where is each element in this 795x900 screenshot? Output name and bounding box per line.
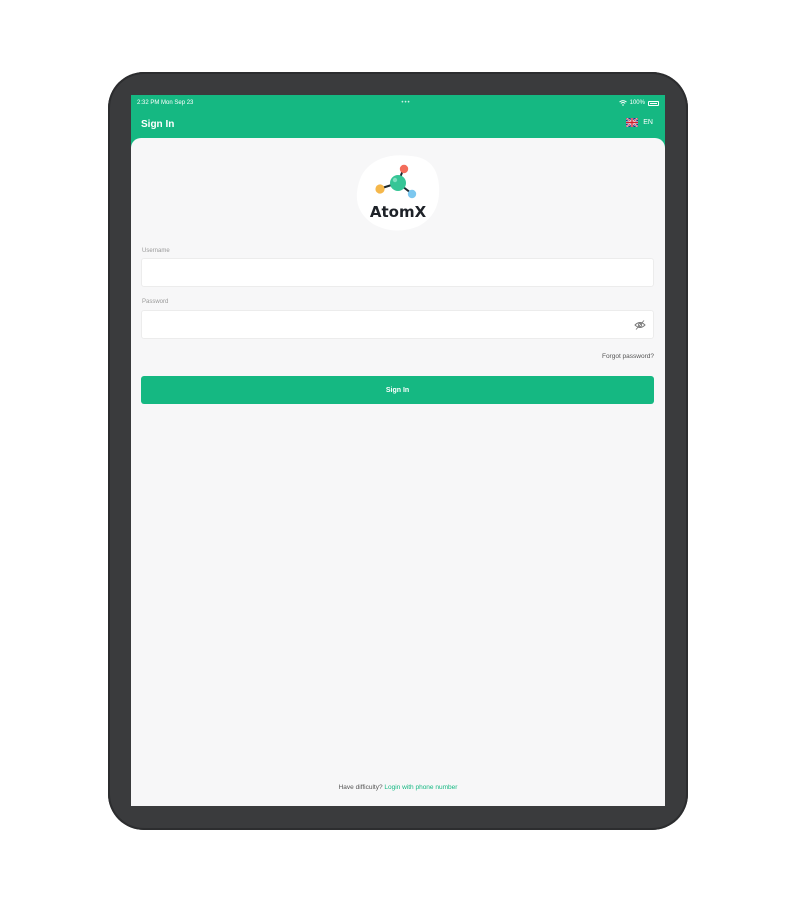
password-field-box: [141, 310, 654, 339]
logo-text: AtomX: [369, 203, 427, 221]
status-center-dots: •••: [401, 100, 411, 106]
password-label: Password: [142, 299, 169, 305]
battery-percent: 100%: [629, 100, 645, 106]
app-screen: 2:32 PM Mon Sep 23 ••• 100% Sign In EN A…: [131, 95, 665, 806]
username-input[interactable]: [142, 259, 653, 286]
battery-icon: [647, 100, 659, 106]
password-input[interactable]: [142, 311, 653, 338]
username-label: Username: [142, 248, 170, 254]
tablet-frame: 2:32 PM Mon Sep 23 ••• 100% Sign In EN A…: [108, 72, 688, 830]
username-field-box: [141, 258, 654, 287]
sign-in-content: AtomX Username Password Forgot password?…: [131, 138, 665, 806]
language-selector[interactable]: EN: [626, 118, 653, 127]
sign-in-button[interactable]: Sign In: [141, 376, 654, 404]
forgot-password-link[interactable]: Forgot password?: [602, 353, 654, 360]
page-title: Sign In: [141, 119, 175, 130]
wifi-icon: [618, 100, 627, 106]
footer-prompt: Have difficulty?: [338, 784, 383, 791]
status-bar: 2:32 PM Mon Sep 23 ••• 100%: [131, 95, 665, 111]
eye-off-icon[interactable]: [634, 319, 646, 331]
status-right: 100%: [618, 100, 659, 106]
uk-flag-icon: [626, 118, 639, 127]
status-time-date: 2:32 PM Mon Sep 23: [137, 100, 194, 106]
language-code: EN: [643, 119, 653, 126]
footer-help: Have difficulty? Login with phone number: [131, 784, 665, 791]
login-with-phone-link[interactable]: Login with phone number: [384, 784, 457, 791]
